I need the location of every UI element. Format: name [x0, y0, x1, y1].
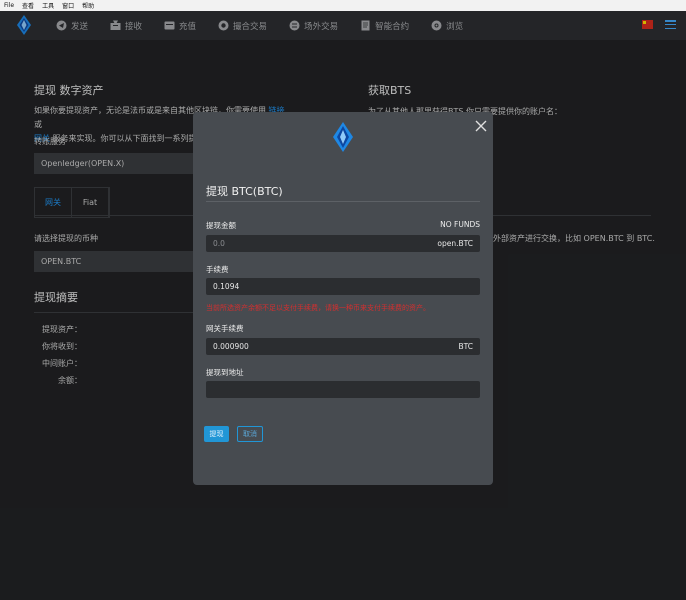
amount-unit: open.BTC	[437, 239, 473, 248]
gateway-fee-value: 0.000900	[213, 342, 249, 351]
address-label: 提现到地址	[206, 368, 244, 377]
amount-label: 提现金额	[206, 221, 236, 230]
fee-label: 手续费	[206, 265, 229, 274]
os-menu-window[interactable]: 窗口	[62, 1, 74, 10]
fee-input[interactable]: 0.1094	[206, 278, 480, 295]
os-menu-view[interactable]: 查看	[22, 1, 34, 10]
amount-input[interactable]: 0.0 open.BTC	[206, 235, 480, 252]
cancel-button[interactable]: 取消	[237, 426, 263, 442]
gateway-fee-unit: BTC	[458, 342, 473, 351]
os-menu-tools[interactable]: 工具	[42, 1, 54, 10]
os-menu-help[interactable]: 帮助	[82, 1, 94, 10]
gateway-fee-label: 网关手续费	[206, 324, 244, 333]
withdraw-modal: 提现 BTC(BTC) 提现金额 NO FUNDS 0.0 open.BTC 手…	[193, 112, 493, 485]
os-menu-file[interactable]: File	[4, 2, 14, 9]
fee-value: 0.1094	[213, 282, 240, 291]
os-menu-bar: File 查看 工具 窗口 帮助	[0, 0, 686, 11]
fee-error-message: 当前所选资产余额不足以支付手续费，请换一种币来支付手续费的资产。	[206, 304, 430, 312]
bitshares-logo-icon	[333, 122, 353, 152]
withdraw-button[interactable]: 提现	[204, 426, 229, 442]
funds-status: NO FUNDS	[440, 220, 480, 229]
modal-title: 提现 BTC(BTC)	[206, 185, 283, 198]
address-input[interactable]	[206, 381, 480, 398]
title-divider	[206, 201, 480, 202]
amount-placeholder: 0.0	[213, 239, 225, 248]
gateway-fee-field: 0.000900 BTC	[206, 338, 480, 355]
close-icon[interactable]	[475, 120, 487, 132]
